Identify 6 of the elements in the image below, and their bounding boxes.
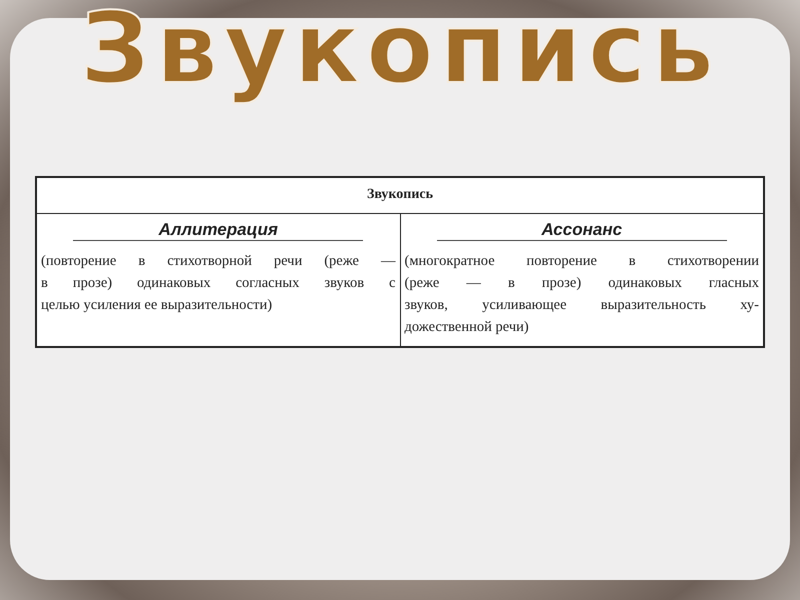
definition-text: (повторение в стихотворной речи (реже — в прозе) одинаковых согласных звуков с целью усиления ее выразительности): [41, 252, 396, 315]
slide-title: Звукопись: [79, 0, 721, 104]
column-heading: Аллитерация: [73, 220, 364, 242]
column-heading: Ассонанс: [436, 220, 727, 242]
table-caption: Звукопись: [37, 178, 763, 214]
definition-text: (многократное повторение в стихотворении (реже — в прозе) одинаковых гласных звуков, усиливающее выразительность ху- дожественной речи): [404, 252, 759, 337]
